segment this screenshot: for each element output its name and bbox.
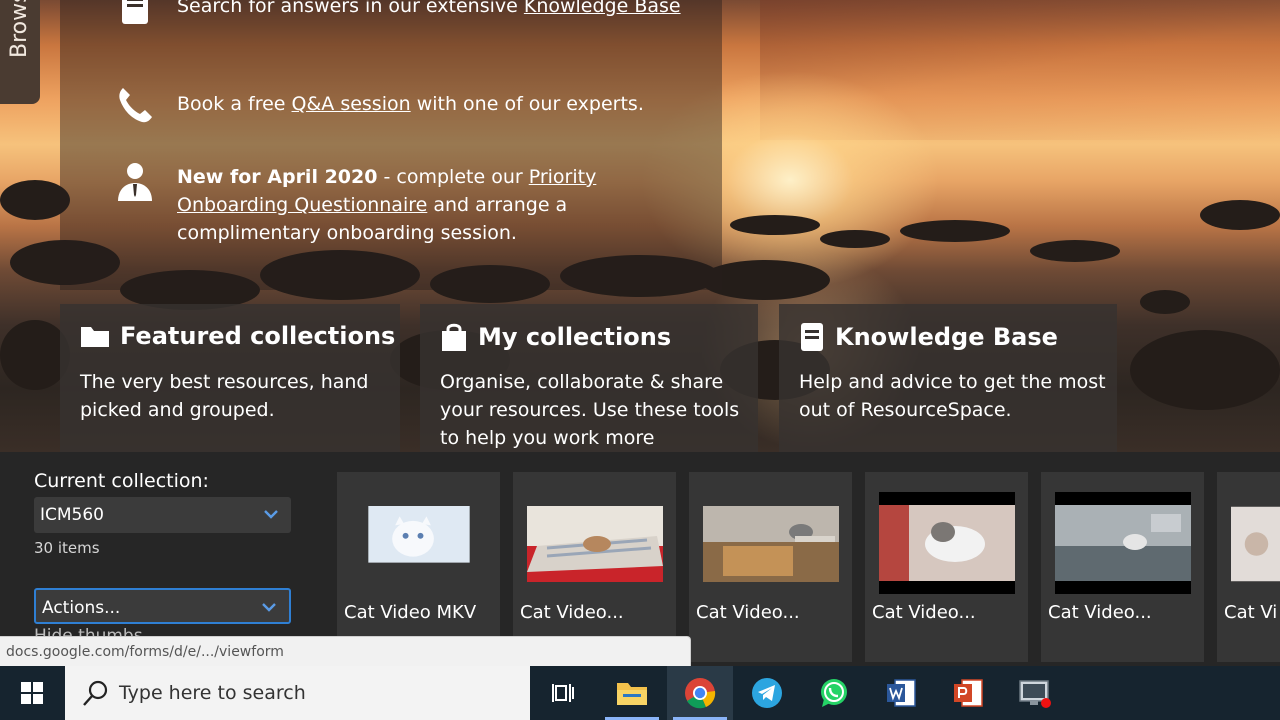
collection-item[interactable]: Cat Video... bbox=[1041, 472, 1204, 662]
qa-session-link[interactable]: Q&A session bbox=[292, 93, 411, 115]
knowledge-base-heading: Knowledge Base bbox=[799, 322, 1058, 352]
browse-tab-label: Browse bbox=[7, 0, 32, 58]
cat-thumbnail bbox=[879, 492, 1015, 594]
chrome-button[interactable] bbox=[667, 666, 733, 720]
knowledge-base-panel[interactable]: Knowledge Base Help and advice to get th… bbox=[779, 304, 1117, 452]
collection-item[interactable]: Cat Video... bbox=[513, 472, 676, 662]
windows-logo-icon bbox=[21, 682, 43, 704]
my-collections-panel[interactable]: My collections Organise, collaborate & s… bbox=[420, 304, 758, 452]
collection-item-caption: Cat Video... bbox=[696, 602, 800, 623]
welcome-panel: Search for answers in our extensive Know… bbox=[60, 0, 722, 290]
collection-bar: Current collection: ICM560 30 items Acti… bbox=[0, 452, 1280, 666]
collection-item[interactable]: Cat Vi bbox=[1217, 472, 1280, 662]
whatsapp-button[interactable] bbox=[801, 666, 867, 720]
shopping-bag-icon bbox=[442, 323, 466, 351]
collection-item-caption: Cat Video MKV bbox=[344, 602, 477, 623]
powerpoint-button[interactable] bbox=[935, 666, 1001, 720]
telegram-icon bbox=[752, 678, 782, 708]
chevron-down-icon bbox=[264, 510, 278, 519]
task-view-button[interactable] bbox=[531, 666, 597, 720]
collection-item-caption: Cat Vi bbox=[1224, 602, 1278, 623]
task-view-icon bbox=[552, 684, 574, 702]
cat-thumbnail bbox=[1055, 492, 1191, 594]
knowledge-base-description: Help and advice to get the most out of R… bbox=[799, 371, 1106, 421]
word-icon bbox=[887, 679, 916, 707]
info-text-knowledge: Search for answers in our extensive Know… bbox=[177, 0, 697, 20]
featured-collections-heading: Featured collections bbox=[80, 322, 395, 350]
collection-select[interactable]: ICM560 bbox=[34, 497, 291, 533]
collection-item[interactable]: Cat Video MKV bbox=[337, 472, 500, 662]
my-collections-description: Organise, collaborate & share your resou… bbox=[440, 371, 740, 449]
remote-desktop-icon bbox=[1019, 680, 1051, 708]
book-icon bbox=[122, 0, 148, 24]
whatsapp-icon bbox=[821, 679, 847, 707]
powerpoint-icon bbox=[954, 679, 983, 707]
collection-item-caption: Cat Video... bbox=[872, 602, 976, 623]
collection-item-caption: Cat Video... bbox=[520, 602, 624, 623]
featured-collections-description: The very best resources, hand picked and… bbox=[80, 371, 369, 421]
my-collections-heading: My collections bbox=[440, 322, 671, 352]
search-icon bbox=[83, 680, 108, 706]
current-collection-label: Current collection: bbox=[34, 470, 209, 492]
collection-select-value: ICM560 bbox=[40, 505, 104, 525]
info-text-onboarding: New for April 2020 - complete our Priori… bbox=[177, 166, 597, 244]
cat-thumbnail bbox=[527, 506, 663, 582]
collection-item-caption: Cat Video... bbox=[1048, 602, 1152, 623]
remote-desktop-button[interactable] bbox=[1002, 666, 1068, 720]
collection-items-count: 30 items bbox=[34, 539, 100, 557]
windows-taskbar: Type here to search bbox=[0, 666, 1280, 720]
user-icon bbox=[118, 163, 152, 201]
phone-icon bbox=[119, 88, 152, 123]
chevron-down-icon bbox=[262, 603, 276, 612]
knowledge-base-link[interactable]: Knowledge Base bbox=[524, 0, 681, 17]
browse-tab[interactable]: Browse bbox=[0, 0, 40, 104]
actions-select-value: Actions... bbox=[42, 598, 121, 618]
cat-thumbnail bbox=[703, 506, 839, 582]
start-button[interactable] bbox=[0, 666, 64, 720]
cat-thumbnail bbox=[368, 506, 470, 563]
folder-icon bbox=[81, 327, 109, 347]
actions-select[interactable]: Actions... bbox=[34, 588, 291, 624]
taskbar-search-placeholder: Type here to search bbox=[119, 682, 306, 704]
status-bar-url: docs.google.com/forms/d/e/.../viewform bbox=[0, 636, 691, 666]
book-icon bbox=[801, 323, 823, 351]
telegram-button[interactable] bbox=[734, 666, 800, 720]
taskbar-search-input[interactable]: Type here to search bbox=[65, 666, 530, 720]
word-button[interactable] bbox=[868, 666, 934, 720]
info-text-qa: Book a free Q&A session with one of our … bbox=[177, 93, 644, 115]
cat-thumbnail bbox=[1231, 506, 1280, 582]
collection-item[interactable]: Cat Video... bbox=[689, 472, 852, 662]
collection-item[interactable]: Cat Video... bbox=[865, 472, 1028, 662]
chrome-icon bbox=[685, 678, 716, 709]
file-explorer-button[interactable] bbox=[599, 666, 665, 720]
folder-icon bbox=[617, 683, 647, 705]
featured-collections-panel[interactable]: Featured collections The very best resou… bbox=[60, 304, 400, 452]
